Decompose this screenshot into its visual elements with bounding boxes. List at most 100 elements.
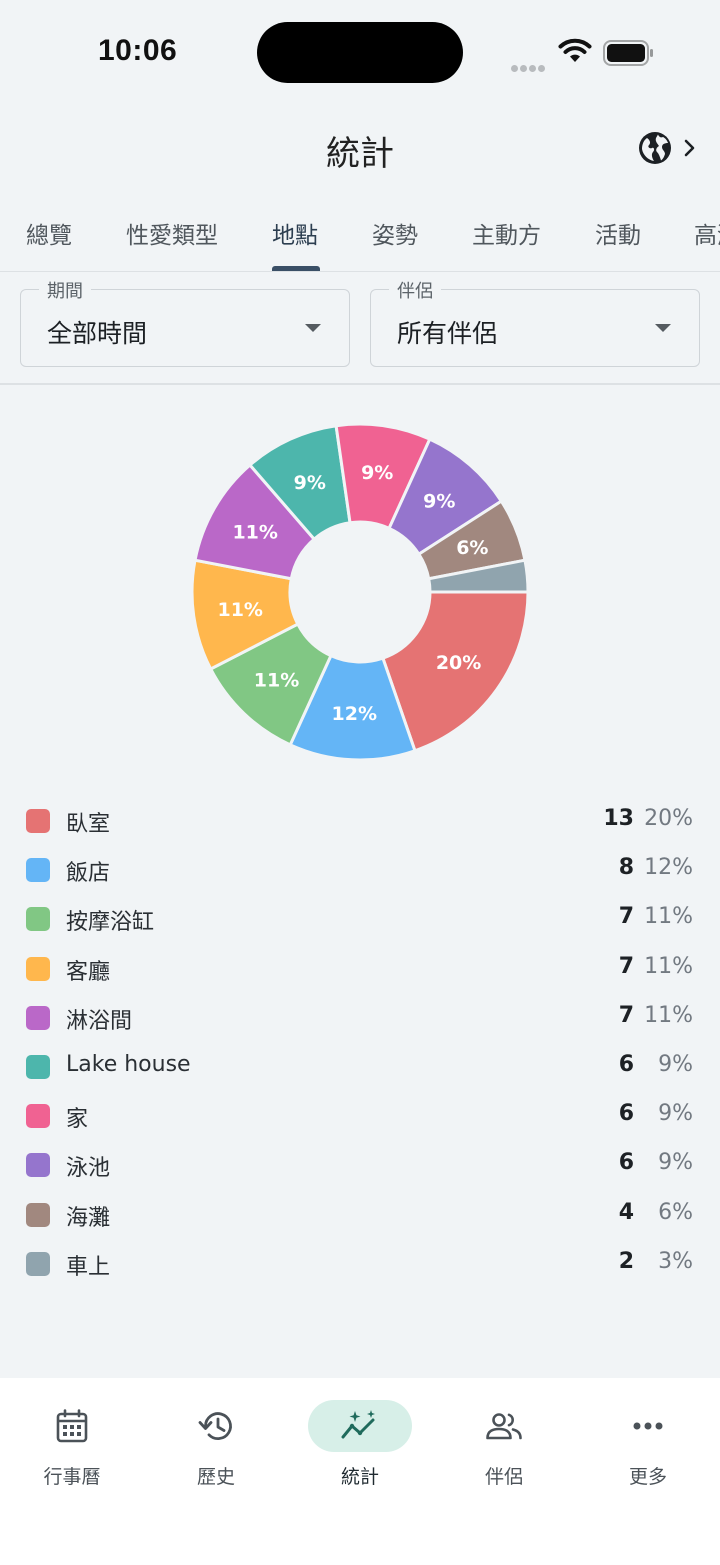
legend-item: 泳池 6 9%	[0, 1140, 720, 1189]
legend-name: 淋浴間	[66, 1008, 133, 1034]
legend-percent: 12%	[644, 855, 693, 881]
slice-label: 11%	[254, 670, 299, 692]
legend-item: 家 6 9%	[0, 1091, 720, 1140]
slice-label: 11%	[232, 522, 277, 544]
legend-percent: 11%	[644, 904, 693, 930]
tab-bar: 總覽 性愛類型 地點 姿勢 主動方 活動 高潮	[0, 196, 720, 272]
legend-percent: 9%	[658, 1150, 693, 1176]
legend-item: 客廳 7 11%	[0, 944, 720, 993]
tab-sex-type[interactable]: 性愛類型	[126, 216, 218, 250]
legend-item: 按摩浴缸 7 11%	[0, 894, 720, 943]
divider	[0, 383, 720, 385]
people-icon	[486, 1413, 522, 1440]
tab-overview[interactable]: 總覽	[26, 216, 72, 250]
legend-count: 6	[618, 1052, 634, 1077]
legend-swatch	[26, 1104, 50, 1129]
legend-name: 客廳	[66, 959, 111, 985]
legend-name: 飯店	[66, 861, 111, 887]
legend-count: 6	[618, 1150, 634, 1176]
legend-name: 按摩浴缸	[66, 910, 155, 936]
bottom-nav: 行事曆 歷史 統計 伴侶 更多	[0, 1378, 720, 1565]
status-time: 10:06	[98, 34, 178, 67]
legend-count: 2	[618, 1248, 634, 1274]
dynamic-island	[257, 22, 463, 83]
legend-swatch	[26, 907, 50, 932]
legend-swatch	[26, 1251, 50, 1276]
legend-percent: 11%	[644, 953, 693, 979]
period-value: 全部時間	[47, 319, 148, 348]
partner-label: 伴侶	[389, 277, 441, 303]
tab-location[interactable]: 地點	[272, 216, 318, 250]
nav-history-label: 歷史	[196, 1466, 235, 1488]
period-dropdown[interactable]: 期間 全部時間	[20, 277, 350, 367]
legend-count: 8	[618, 855, 634, 881]
tab-orgasm[interactable]: 高潮	[694, 216, 720, 250]
tab-activity[interactable]: 活動	[595, 216, 641, 250]
nav-calendar-label: 行事曆	[43, 1466, 101, 1488]
legend-item: 海灘 4 6%	[0, 1190, 720, 1239]
legend-percent: 6%	[658, 1199, 693, 1225]
slice-label: 20%	[436, 652, 481, 674]
legend-name: 家	[66, 1107, 89, 1133]
partner-dropdown[interactable]: 伴侶 所有伴侶	[370, 277, 700, 367]
location-donut-chart: 20% 12% 11% 11% 11% 9% 9% 9% 6%	[190, 422, 530, 762]
history-icon	[198, 1412, 232, 1440]
legend-swatch	[26, 1005, 50, 1030]
globe-button[interactable]	[638, 128, 704, 168]
tab-initiator[interactable]: 主動方	[472, 216, 541, 250]
legend-percent: 20%	[644, 806, 693, 831]
legend-count: 6	[618, 1101, 634, 1127]
slice-label: 11%	[217, 599, 262, 621]
calendar-icon	[56, 1409, 88, 1443]
slice-label: 9%	[361, 462, 393, 484]
slice-label: 6%	[456, 537, 488, 559]
legend-count: 13	[603, 806, 634, 831]
partner-value: 所有伴侶	[397, 319, 498, 348]
cellular-signal-icon	[511, 57, 551, 72]
nav-stats[interactable]: 統計	[288, 1400, 432, 1490]
nav-history[interactable]: 歷史	[144, 1400, 288, 1490]
legend-name: 車上	[66, 1254, 111, 1280]
battery-icon	[603, 40, 653, 66]
legend-swatch	[26, 1055, 50, 1079]
nav-partners[interactable]: 伴侶	[432, 1400, 576, 1490]
legend-percent: 9%	[658, 1052, 693, 1077]
legend-count: 7	[618, 1002, 634, 1028]
legend-item: 車上 2 3%	[0, 1239, 720, 1288]
period-label: 期間	[39, 277, 91, 303]
page-title: 統計	[326, 134, 394, 174]
legend-count: 7	[618, 953, 634, 979]
legend-item: 飯店 8 12%	[0, 845, 720, 894]
legend-name: 臥室	[66, 812, 111, 837]
nav-partners-label: 伴侶	[484, 1466, 523, 1488]
legend-name: 泳池	[66, 1156, 111, 1182]
caret-down-icon	[655, 324, 671, 332]
legend-name: 海灘	[66, 1205, 111, 1231]
nav-more-label: 更多	[628, 1466, 667, 1488]
legend-swatch	[26, 1202, 50, 1227]
nav-more[interactable]: 更多	[576, 1400, 720, 1490]
legend-count: 4	[618, 1199, 634, 1225]
tab-position[interactable]: 姿勢	[372, 216, 418, 250]
legend-item: 臥室 13 20%	[0, 796, 720, 845]
wifi-icon	[558, 38, 592, 62]
legend-swatch	[26, 809, 50, 833]
nav-stats-label: 統計	[340, 1466, 379, 1488]
legend-item: 淋浴間 7 11%	[0, 993, 720, 1042]
legend-item: Lake house 6 9%	[0, 1042, 720, 1091]
stats-icon	[341, 1410, 375, 1439]
more-icon	[633, 1422, 663, 1430]
globe-icon	[639, 132, 671, 164]
legend-percent: 11%	[644, 1002, 693, 1028]
nav-calendar[interactable]: 行事曆	[0, 1400, 144, 1490]
legend-swatch	[26, 858, 50, 883]
status-bar: 10:06	[0, 0, 720, 100]
chevron-right-icon	[684, 139, 695, 157]
slice-label: 9%	[294, 472, 326, 494]
legend-swatch	[26, 956, 50, 981]
legend-count: 7	[618, 904, 634, 930]
legend-swatch	[26, 1153, 50, 1178]
slice-label: 12%	[332, 703, 377, 725]
legend-name: Lake house	[66, 1052, 191, 1077]
slice-label: 9%	[423, 491, 455, 513]
